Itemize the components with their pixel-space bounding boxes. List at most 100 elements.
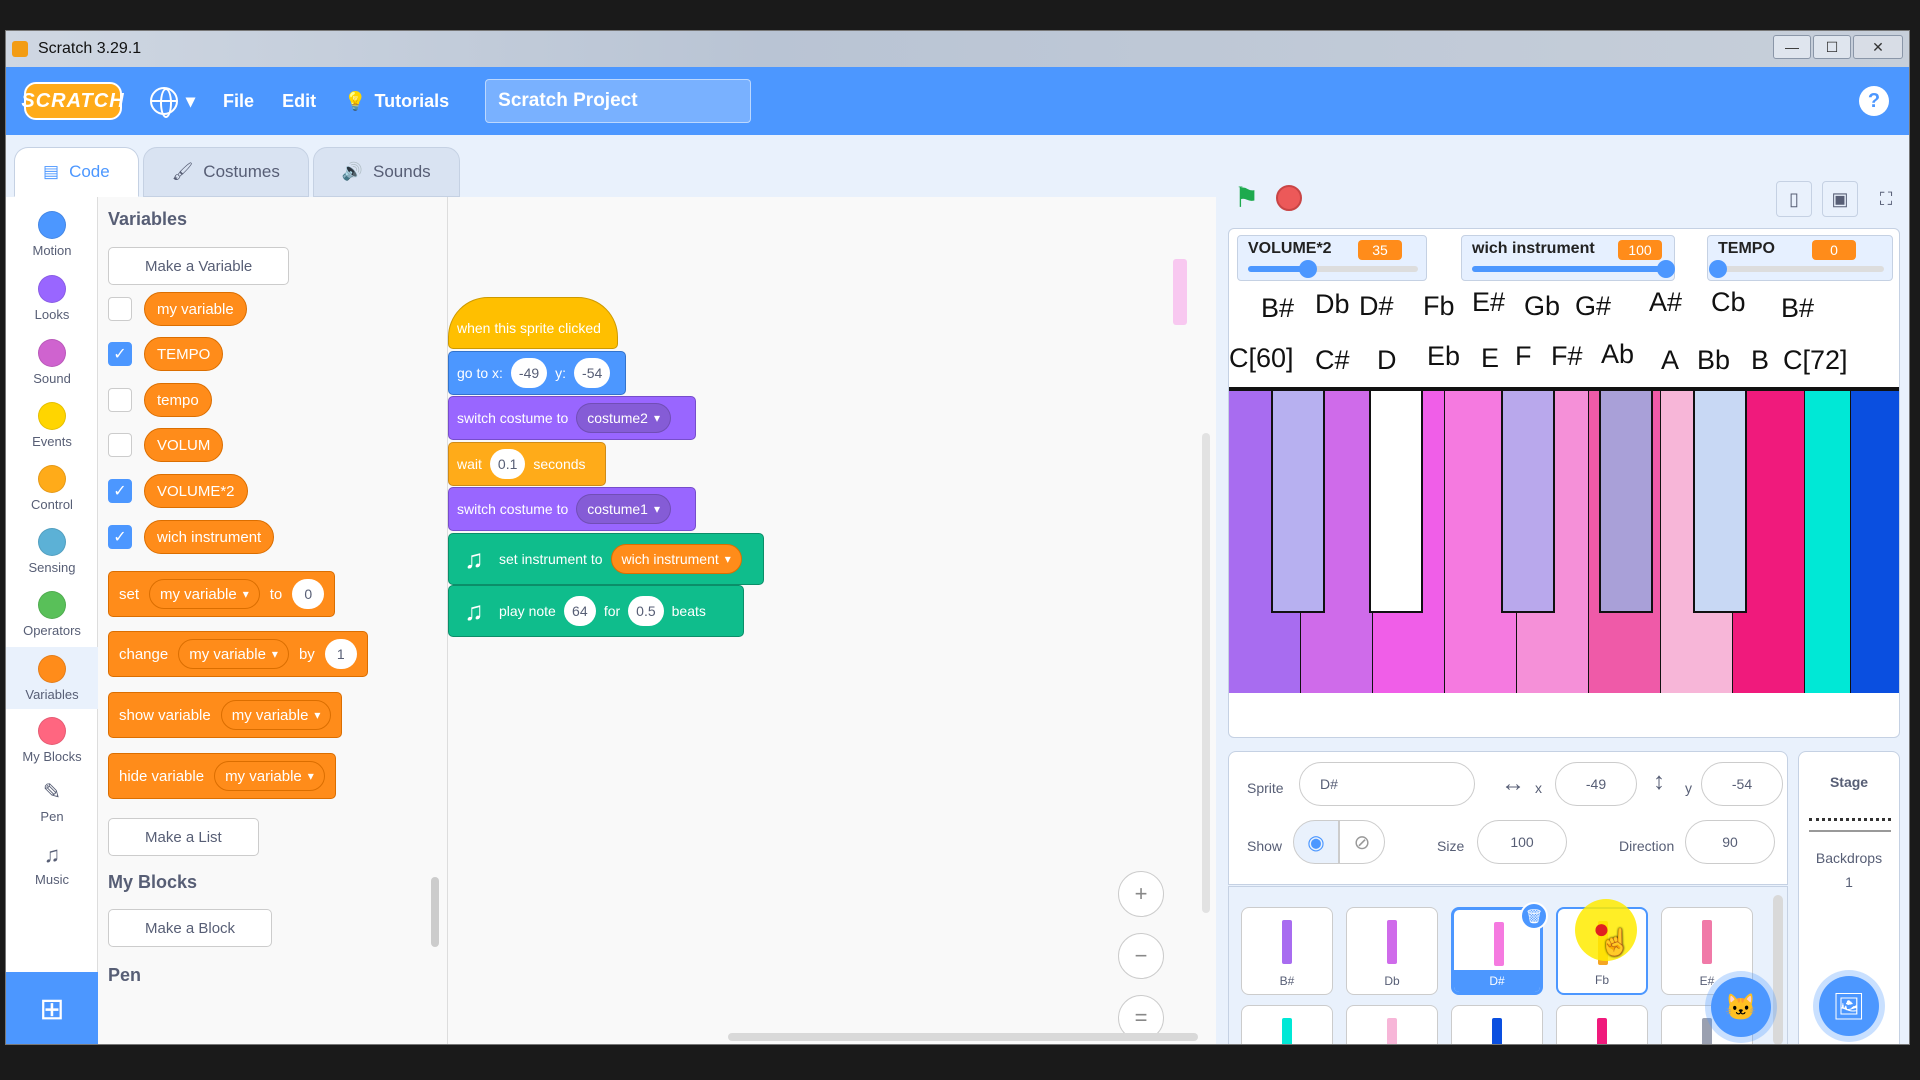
stage[interactable]: VOLUME*2 35 wich instrument 100 TEMPO 0 … <box>1228 228 1900 738</box>
piano-white-key[interactable] <box>1805 391 1851 693</box>
close-button[interactable]: ✕ <box>1853 35 1903 59</box>
wait-block[interactable]: wait 0.1 seconds <box>448 442 606 486</box>
variable-dropdown[interactable]: my variable <box>178 639 289 669</box>
stop-button[interactable] <box>1276 185 1302 211</box>
variable-dropdown[interactable]: my variable <box>214 761 325 791</box>
set-variable-block[interactable]: set my variable to 0 <box>108 571 336 617</box>
switch-costume-block[interactable]: switch costume to costume1 <box>448 487 696 531</box>
make-list-button[interactable]: Make a List <box>108 818 259 856</box>
make-block-button[interactable]: Make a Block <box>108 909 273 947</box>
change-variable-block[interactable]: change my variable by 1 <box>108 631 368 677</box>
sprite-list-scrollbar[interactable] <box>1773 895 1783 1044</box>
variable-checkbox[interactable]: ✓ <box>108 479 132 503</box>
variable-reporter[interactable]: my variable <box>144 292 247 326</box>
piano-black-key[interactable] <box>1693 391 1747 613</box>
help-icon[interactable]: ? <box>1859 86 1889 116</box>
zoom-in-button[interactable]: + <box>1118 871 1164 917</box>
sprite-tile[interactable]: Db <box>1346 907 1438 995</box>
small-stage-button[interactable]: ▯ <box>1776 181 1812 217</box>
scratch-logo[interactable]: SCRATCH <box>21 82 124 120</box>
minimize-button[interactable]: — <box>1773 35 1811 59</box>
note-input[interactable]: 64 <box>563 596 596 626</box>
category-sound[interactable]: Sound <box>6 339 98 386</box>
monitor-slider[interactable] <box>1248 260 1418 278</box>
category-variables[interactable]: Variables <box>6 647 98 709</box>
variable-checkbox[interactable] <box>108 388 132 412</box>
category-pen[interactable]: ✎ Pen <box>6 779 98 824</box>
monitor-slider[interactable] <box>1709 260 1884 278</box>
x-input[interactable]: -49 <box>1555 762 1637 806</box>
category-control[interactable]: Control <box>6 465 98 512</box>
add-sprite-button[interactable]: 🐱 <box>1711 977 1771 1037</box>
variable-reporter[interactable]: TEMPO <box>144 337 224 371</box>
sprite-tile[interactable] <box>1241 1005 1333 1044</box>
add-extension-button[interactable]: ⊞ <box>6 972 98 1044</box>
piano-black-key[interactable] <box>1501 391 1555 613</box>
value-input[interactable]: 0 <box>292 579 325 609</box>
large-stage-button[interactable]: ▣ <box>1822 181 1858 217</box>
category-events[interactable]: Events <box>6 402 98 449</box>
show-sprite-button[interactable]: ◉ <box>1293 820 1339 864</box>
language-menu[interactable]: ▾ <box>150 87 195 118</box>
category-motion[interactable]: Motion <box>6 211 98 258</box>
sprite-tile[interactable] <box>1556 1005 1648 1044</box>
edit-menu[interactable]: Edit <box>282 91 316 112</box>
variable-checkbox[interactable] <box>108 297 132 321</box>
make-variable-button[interactable]: Make a Variable <box>108 247 290 285</box>
category-sensing[interactable]: Sensing <box>6 528 98 575</box>
tutorials-menu[interactable]: 💡 Tutorials <box>344 91 449 112</box>
y-input[interactable]: -54 <box>1701 762 1783 806</box>
size-input[interactable]: 100 <box>1477 820 1567 864</box>
stage-selector[interactable]: Stage Backdrops 1 🖼 <box>1798 751 1900 1044</box>
project-title-input[interactable]: Scratch Project <box>485 79 752 123</box>
beats-input[interactable]: 0.5 <box>628 596 664 626</box>
variable-reporter[interactable]: VOLUM <box>144 428 224 462</box>
variable-reporter[interactable]: wich instrument <box>144 520 275 554</box>
variable-checkbox[interactable] <box>108 433 132 457</box>
piano-black-key[interactable] <box>1271 391 1325 613</box>
hide-variable-block[interactable]: hide variable my variable <box>108 753 336 799</box>
wait-input[interactable]: 0.1 <box>489 449 526 479</box>
piano-black-key[interactable] <box>1599 391 1653 613</box>
when-sprite-clicked-block[interactable]: when this sprite clicked <box>448 297 618 349</box>
variable-checkbox[interactable]: ✓ <box>108 342 132 366</box>
slider-knob[interactable] <box>1657 260 1675 278</box>
sprite-name-input[interactable]: D# <box>1299 762 1475 806</box>
maximize-button[interactable]: ☐ <box>1813 35 1851 59</box>
switch-costume-block[interactable]: switch costume to costume2 <box>448 396 696 440</box>
hide-sprite-button[interactable]: ⊘ <box>1339 820 1385 864</box>
zoom-out-button[interactable]: − <box>1118 933 1164 979</box>
variable-dropdown[interactable]: my variable <box>220 700 332 730</box>
file-menu[interactable]: File <box>223 91 254 112</box>
costume-dropdown[interactable]: costume2 <box>576 403 671 433</box>
variable-checkbox[interactable]: ✓ <box>108 525 132 549</box>
tab-code[interactable]: ▤ Code <box>14 147 139 197</box>
piano-white-key[interactable] <box>1851 391 1899 693</box>
tab-sounds[interactable]: 🔊 Sounds <box>312 147 460 197</box>
set-instrument-block[interactable]: ♫ set instrument to wich instrument <box>448 533 764 585</box>
show-variable-block[interactable]: show variable my variable <box>108 692 343 738</box>
value-input[interactable]: 1 <box>324 639 357 669</box>
sprite-tile[interactable] <box>1451 1005 1543 1044</box>
tab-costumes[interactable]: 🖌 Costumes <box>142 147 309 197</box>
add-backdrop-button[interactable]: 🖼 <box>1819 976 1879 1036</box>
sprite-tile-selected[interactable]: D# 🗑 <box>1451 902 1548 995</box>
slider-knob[interactable] <box>1298 260 1317 278</box>
instrument-reporter[interactable]: wich instrument <box>610 544 742 574</box>
script-vertical-scrollbar[interactable] <box>1202 433 1210 913</box>
costume-dropdown[interactable]: costume1 <box>576 494 671 524</box>
variable-reporter[interactable]: tempo <box>144 383 212 417</box>
direction-input[interactable]: 90 <box>1685 820 1775 864</box>
palette-scrollbar[interactable] <box>431 877 439 947</box>
monitor-slider[interactable] <box>1472 260 1675 278</box>
script-area[interactable]: when this sprite clicked go to x: -49 y:… <box>448 197 1216 1044</box>
category-operators[interactable]: Operators <box>6 591 98 638</box>
sprite-tile[interactable] <box>1346 1005 1438 1044</box>
play-note-block[interactable]: ♫ play note 64 for 0.5 beats <box>448 585 744 637</box>
y-input[interactable]: -54 <box>574 358 611 388</box>
green-flag-icon[interactable]: ⚑ <box>1234 181 1259 214</box>
x-input[interactable]: -49 <box>510 358 548 388</box>
script-horizontal-scrollbar[interactable] <box>728 1033 1198 1041</box>
sprite-tile[interactable]: B# <box>1241 907 1333 995</box>
variable-dropdown[interactable]: my variable <box>149 579 260 609</box>
